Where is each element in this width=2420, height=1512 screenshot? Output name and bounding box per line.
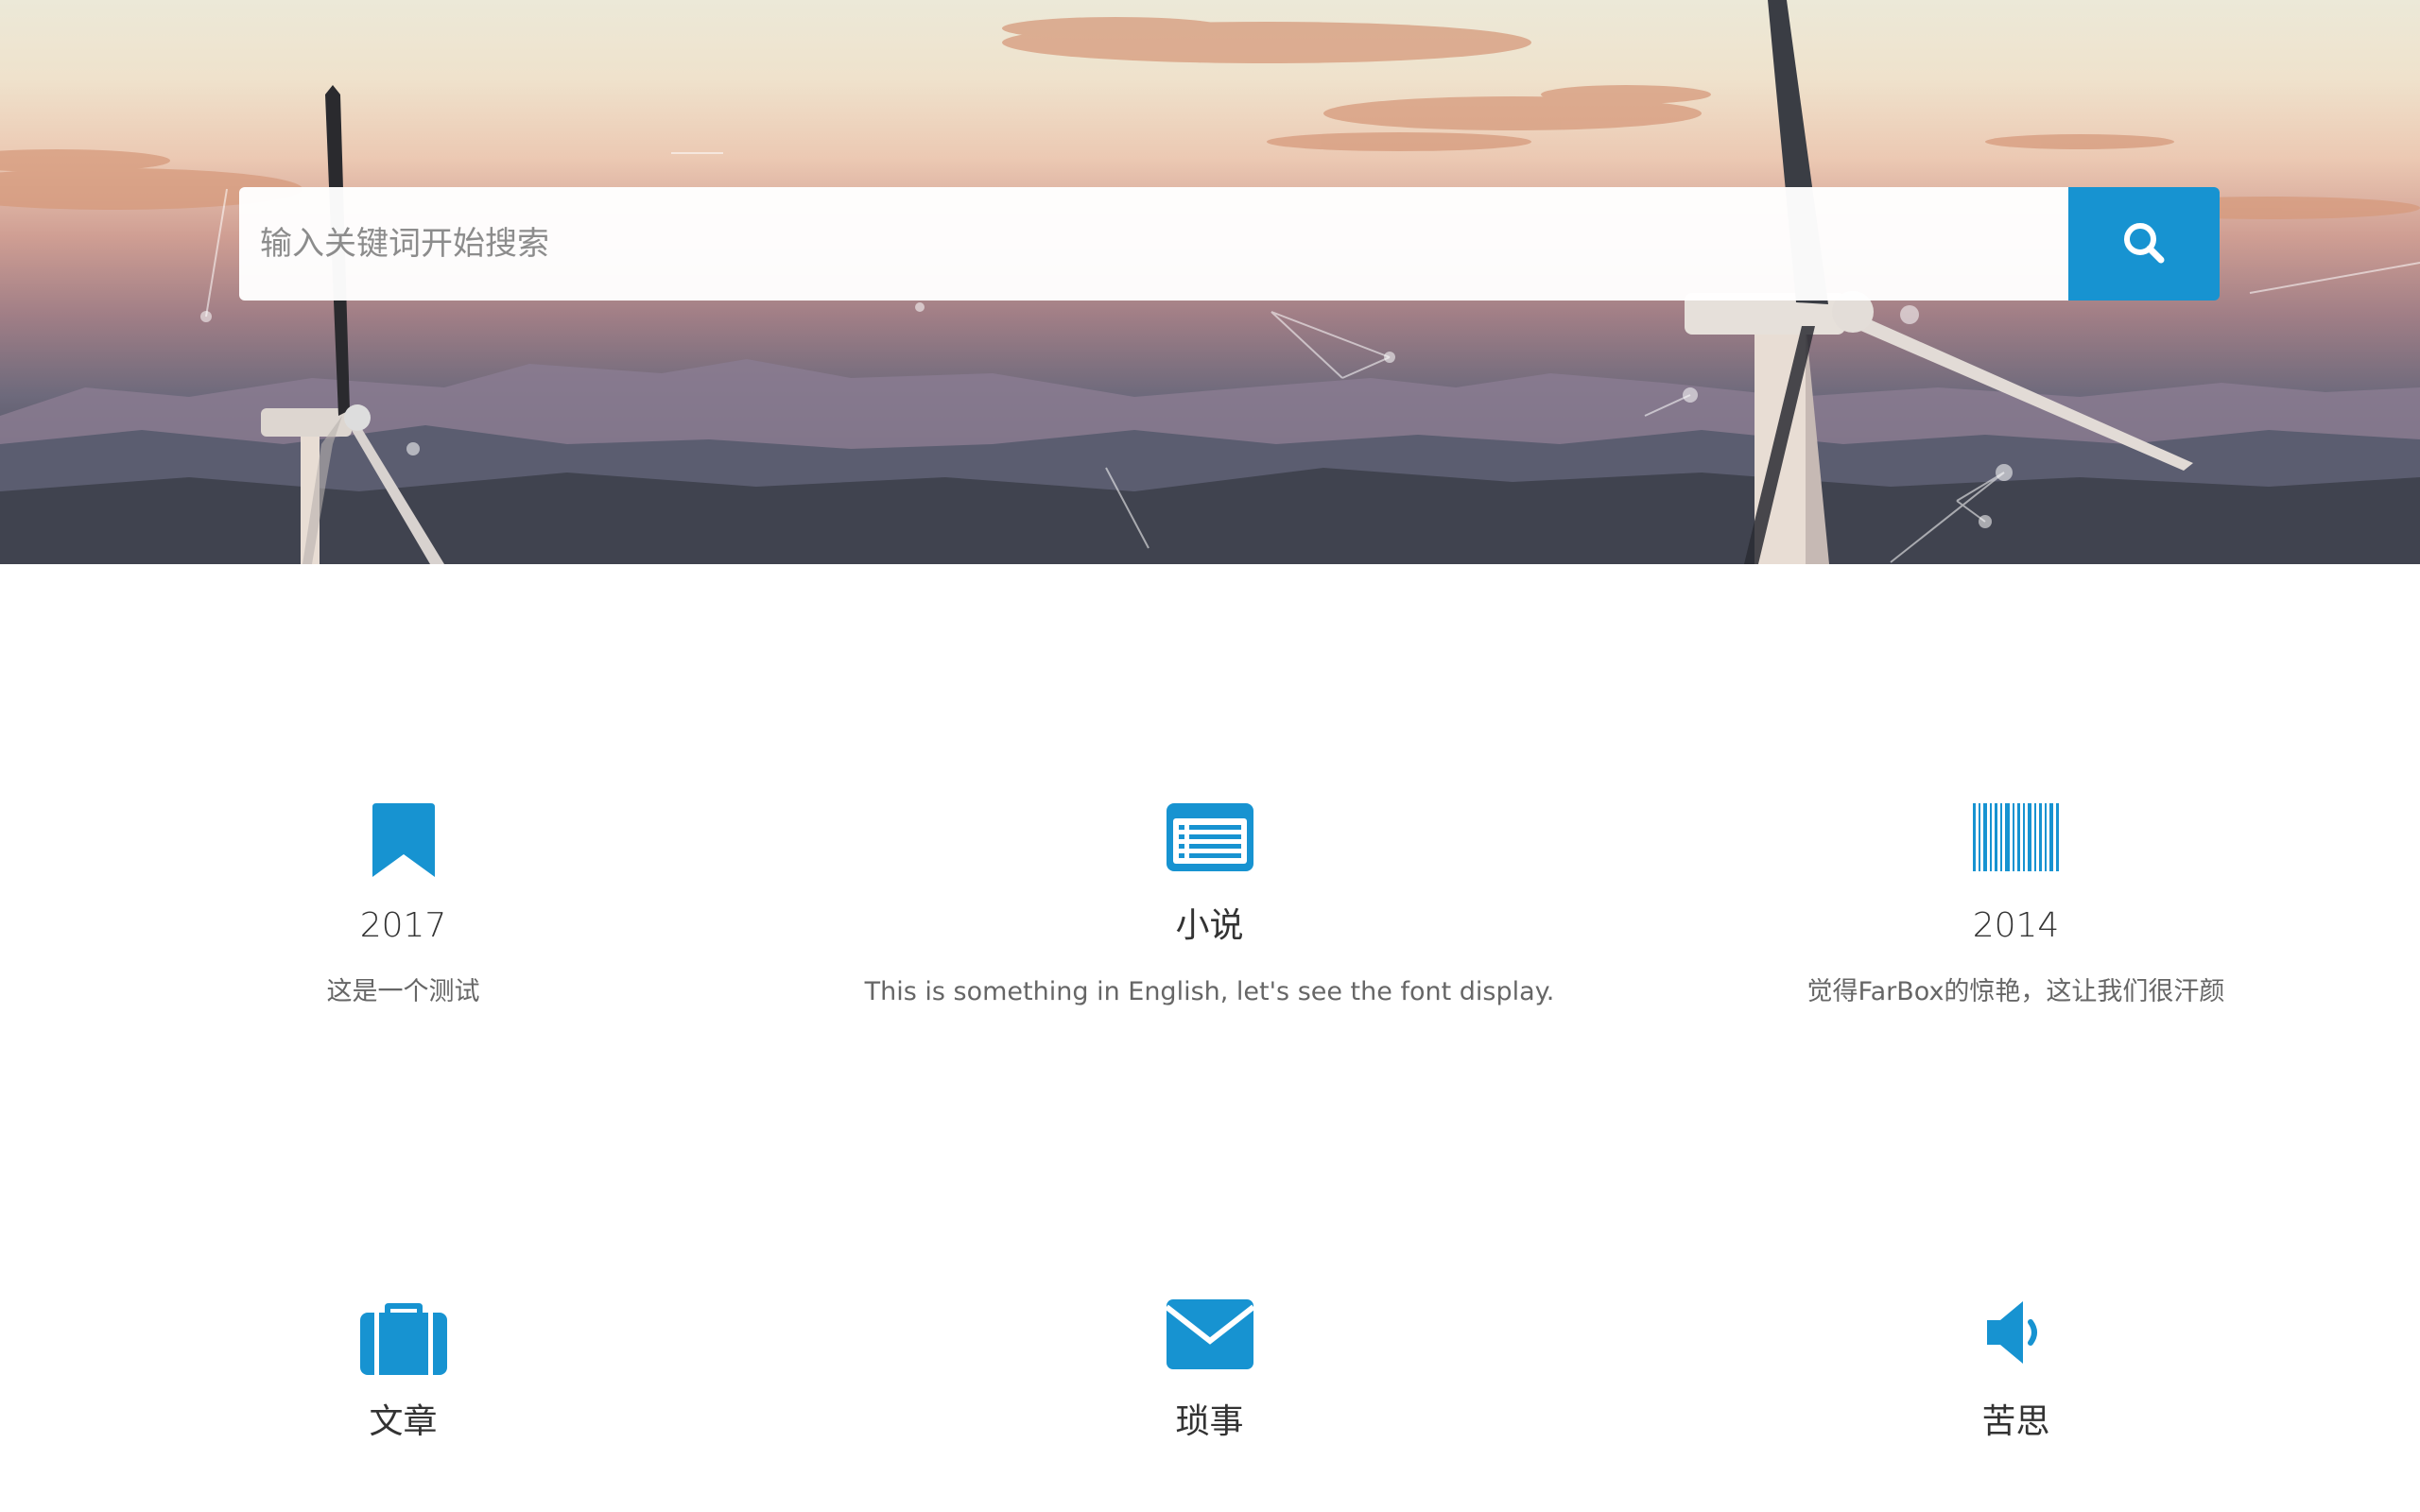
feature-desc: This is something in English, let's see … [864,977,1555,1006]
feature-title: 小说 [1175,906,1244,945]
feature-title: 苦思 [1981,1402,2050,1441]
feature-title: 2014 [1972,906,2060,945]
feature-title: 2017 [359,906,447,945]
search-button[interactable] [2068,187,2220,301]
hero-banner [0,0,2420,564]
feature-2017[interactable]: 2017 这是一个测试 [0,803,806,1009]
bookmark-icon [347,803,460,888]
list-icon [1153,803,1267,888]
volume-icon [1960,1299,2073,1384]
barcode-icon [1960,803,2073,888]
envelope-icon [1153,1299,1267,1384]
feature-trivia[interactable]: 琐事 [806,1299,1613,1443]
feature-title: 文章 [369,1402,438,1441]
feature-novel[interactable]: 小说 This is something in English, let's s… [806,803,1613,1009]
search-icon [2122,221,2166,267]
feature-2014[interactable]: 2014 觉得FarBox的惊艳，这让我们很汗颜 [1613,803,2419,1009]
feature-desc: 这是一个测试 [326,977,480,1006]
search-input[interactable] [239,187,2068,301]
feature-musings[interactable]: 苦思 [1613,1299,2419,1443]
feature-desc: 觉得FarBox的惊艳，这让我们很汗颜 [1806,977,2225,1006]
search-bar [239,187,2220,301]
briefcase-icon [347,1299,460,1384]
feature-title: 琐事 [1175,1402,1244,1441]
feature-articles[interactable]: 文章 [0,1299,806,1443]
